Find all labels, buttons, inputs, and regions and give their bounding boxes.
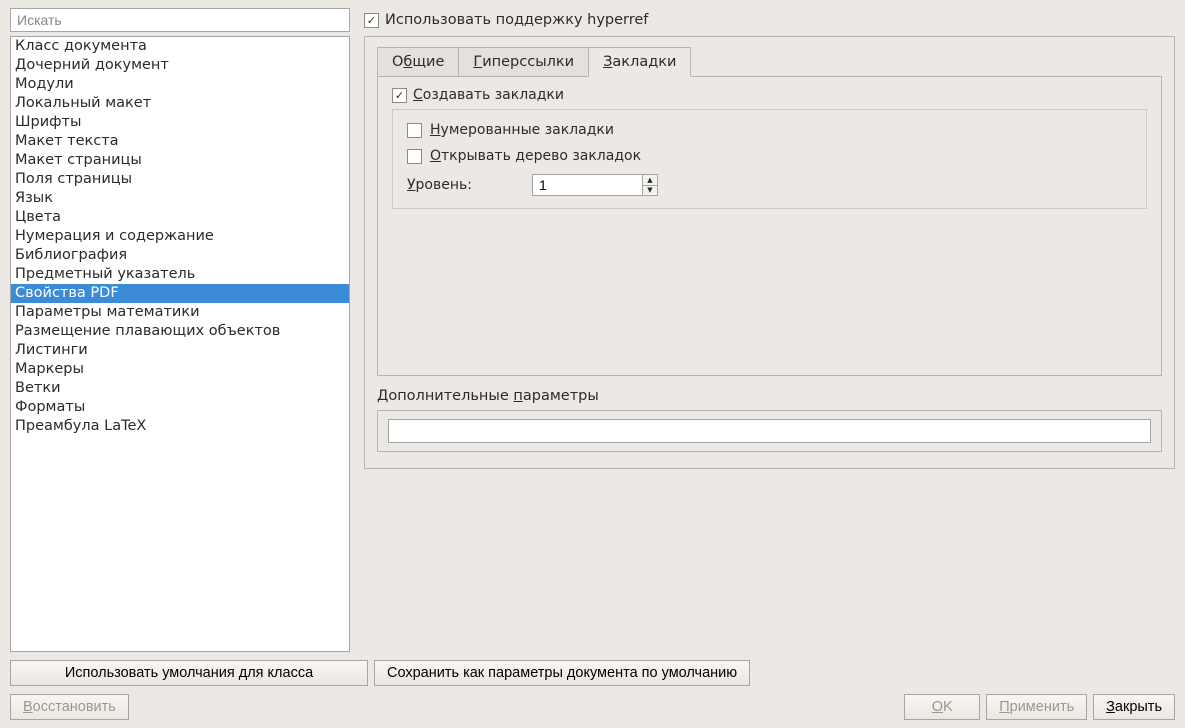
create-bookmarks-row[interactable]: Создавать закладки [392,87,1147,103]
pdf-properties-panel: Общие Гиперссылки Закладки Создавать зак… [364,36,1175,469]
tabs: Общие Гиперссылки Закладки [377,47,1162,77]
level-spinner[interactable]: ▲ ▼ [532,174,658,196]
left-panel: Класс документаДочерний документМодулиЛо… [10,8,350,652]
open-tree-checkbox[interactable] [407,149,422,164]
open-tree-label: Открывать дерево закладок [430,148,641,164]
category-item[interactable]: Преамбула LaTeX [11,417,349,436]
category-item[interactable]: Макет текста [11,132,349,151]
category-item[interactable]: Листинги [11,341,349,360]
category-item[interactable]: Язык [11,189,349,208]
hyperref-checkbox-row[interactable]: Использовать поддержку hyperref [364,12,1175,28]
restore-button[interactable]: Восстановить [10,694,129,720]
category-item[interactable]: Ветки [11,379,349,398]
category-item[interactable]: Класс документа [11,37,349,56]
tab-bookmarks-content: Создавать закладки Нумерованные закладки… [377,76,1162,376]
level-spin-up[interactable]: ▲ [643,175,657,186]
category-item[interactable]: Маркеры [11,360,349,379]
level-spin-down[interactable]: ▼ [643,186,657,196]
category-item[interactable]: Параметры математики [11,303,349,322]
level-row: Уровень: ▲ ▼ [407,174,1132,196]
ok-button[interactable]: OK [904,694,980,720]
open-tree-row[interactable]: Открывать дерево закладок [407,148,1132,164]
category-item[interactable]: Предметный указатель [11,265,349,284]
bottom-row-2: Восстановить OK Применить Закрыть [10,694,1175,720]
bottom-row-2-right: OK Применить Закрыть [904,694,1175,720]
extra-params-input[interactable] [388,419,1151,443]
apply-button[interactable]: Применить [986,694,1087,720]
category-item[interactable]: Нумерация и содержание [11,227,349,246]
search-input[interactable] [10,8,350,32]
numbered-bookmarks-row[interactable]: Нумерованные закладки [407,122,1132,138]
category-item[interactable]: Поля страницы [11,170,349,189]
hyperref-checkbox[interactable] [364,13,379,28]
extra-params-wrap [377,410,1162,452]
tab-general[interactable]: Общие [377,47,459,77]
hyperref-label: Использовать поддержку hyperref [385,12,648,28]
category-list[interactable]: Класс документаДочерний документМодулиЛо… [10,36,350,652]
level-spin-buttons: ▲ ▼ [642,174,658,196]
level-input[interactable] [532,174,642,196]
tab-bookmarks[interactable]: Закладки [588,47,691,77]
close-button[interactable]: Закрыть [1093,694,1175,720]
category-item[interactable]: Библиография [11,246,349,265]
category-item[interactable]: Цвета [11,208,349,227]
category-item[interactable]: Макет страницы [11,151,349,170]
numbered-bookmarks-checkbox[interactable] [407,123,422,138]
bookmarks-group: Нумерованные закладки Открывать дерево з… [392,109,1147,209]
category-item[interactable]: Модули [11,75,349,94]
create-bookmarks-checkbox[interactable] [392,88,407,103]
category-item[interactable]: Размещение плавающих объектов [11,322,349,341]
numbered-bookmarks-label: Нумерованные закладки [430,122,614,138]
tab-hyperlinks[interactable]: Гиперссылки [458,47,589,77]
extra-params-label: Дополнительные параметры [377,388,1162,404]
category-item[interactable]: Форматы [11,398,349,417]
bottom-row-1: Использовать умолчания для класса Сохран… [10,660,1175,686]
create-bookmarks-label: Создавать закладки [413,87,564,103]
category-item[interactable]: Дочерний документ [11,56,349,75]
use-class-defaults-button[interactable]: Использовать умолчания для класса [10,660,368,686]
save-as-defaults-button[interactable]: Сохранить как параметры документа по умо… [374,660,750,686]
category-item[interactable]: Локальный макет [11,94,349,113]
right-panel: Использовать поддержку hyperref Общие Ги… [364,8,1175,652]
level-label: Уровень: [407,177,472,193]
category-item[interactable]: Свойства PDF [11,284,349,303]
category-item[interactable]: Шрифты [11,113,349,132]
bottom-button-area: Использовать умолчания для класса Сохран… [10,660,1175,720]
main-area: Класс документаДочерний документМодулиЛо… [10,8,1175,652]
